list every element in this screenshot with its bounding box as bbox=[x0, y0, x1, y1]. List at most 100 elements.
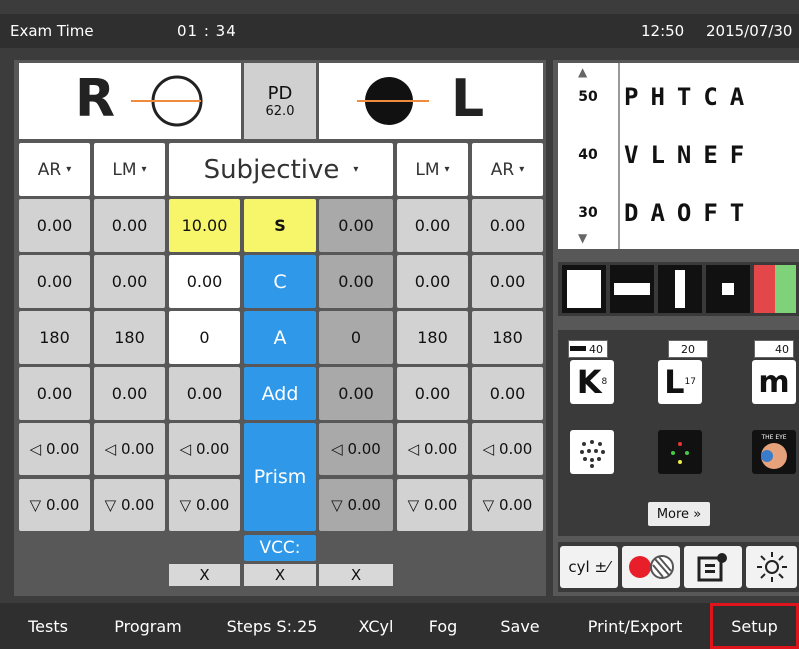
prism-h-ar-left[interactable]: ◁ 0.00 bbox=[472, 423, 543, 475]
axis-lm-right[interactable]: 180 bbox=[94, 311, 165, 364]
axis-ar-right[interactable]: 180 bbox=[19, 311, 90, 364]
tests-menu-item[interactable]: Tests bbox=[10, 603, 86, 649]
left-eye-letter: L bbox=[451, 69, 485, 129]
left-eye-header[interactable]: L bbox=[319, 63, 543, 139]
vertical-slit-button[interactable] bbox=[658, 265, 702, 313]
more-button[interactable]: More » bbox=[648, 502, 710, 526]
worth-four-dot-button[interactable] bbox=[658, 430, 702, 474]
prism-h-lm-left[interactable]: ◁ 0.00 bbox=[397, 423, 468, 475]
sphere-row-label[interactable]: S bbox=[244, 199, 316, 252]
ar-left-dropdown[interactable]: AR ▾ bbox=[472, 143, 543, 196]
red-and-striped-circle-icon bbox=[629, 555, 674, 579]
export-button[interactable] bbox=[684, 546, 742, 588]
setup-menu-item[interactable]: Setup bbox=[710, 603, 799, 649]
axis-row-label[interactable]: A bbox=[244, 311, 316, 364]
red-green-button[interactable] bbox=[754, 265, 796, 313]
save-menu-item[interactable]: Save bbox=[480, 603, 560, 649]
add-ar-right[interactable]: 0.00 bbox=[19, 367, 90, 420]
vcc-x-left[interactable]: X bbox=[319, 564, 393, 586]
vcc-x-right[interactable]: X bbox=[169, 564, 240, 586]
prism-v-subjective-left[interactable]: ▽ 0.00 bbox=[319, 479, 393, 531]
chart-row-2[interactable]: 40 VLNEF bbox=[558, 129, 799, 181]
print-export-menu-item[interactable]: Print/Export bbox=[570, 603, 700, 649]
cyl-toggle-button[interactable]: cyl ±⁄ bbox=[560, 546, 618, 588]
occluded-eye-icon bbox=[357, 77, 429, 125]
sphere-lm-right[interactable]: 0.00 bbox=[94, 199, 165, 252]
cyl-lm-right[interactable]: 0.00 bbox=[94, 255, 165, 308]
right-eye-letter: R bbox=[75, 69, 116, 129]
near-card-m[interactable]: m bbox=[752, 360, 796, 404]
the-eye-button[interactable]: THE EYE bbox=[752, 430, 796, 474]
cyl-lm-left[interactable]: 0.00 bbox=[397, 255, 468, 308]
occluder-toggle-button[interactable] bbox=[622, 546, 680, 588]
sphere-ar-left[interactable]: 0.00 bbox=[472, 199, 543, 252]
open-eye-icon bbox=[131, 75, 203, 127]
add-ar-left[interactable]: 0.00 bbox=[472, 367, 543, 420]
single-letter-button[interactable] bbox=[706, 265, 750, 313]
horizontal-bar-icon bbox=[614, 283, 650, 295]
axis-ar-left[interactable]: 180 bbox=[472, 311, 543, 364]
clock: 12:50 bbox=[641, 22, 685, 40]
eyeball-icon bbox=[761, 442, 787, 469]
worth-dots-icon bbox=[671, 442, 689, 464]
right-eye-header[interactable]: R bbox=[19, 63, 241, 139]
chevron-down-icon: ▾ bbox=[519, 164, 525, 175]
tool-row: cyl ±⁄ bbox=[558, 542, 799, 592]
bottom-menu-bar: Tests Program Steps S:.25 XCyl Fog Save … bbox=[0, 603, 799, 649]
prism-row-label[interactable]: Prism bbox=[244, 423, 316, 531]
prism-h-ar-right[interactable]: ◁ 0.00 bbox=[19, 423, 90, 475]
add-row-label[interactable]: Add bbox=[244, 367, 316, 420]
full-target-button[interactable] bbox=[562, 265, 606, 313]
prism-h-subjective-right[interactable]: ◁ 0.00 bbox=[169, 423, 240, 475]
cyl-subjective-right[interactable]: 0.00 bbox=[169, 255, 240, 308]
sphere-ar-right[interactable]: 0.00 bbox=[19, 199, 90, 252]
add-subjective-left[interactable]: 0.00 bbox=[319, 367, 393, 420]
square-icon bbox=[567, 270, 601, 308]
prism-v-ar-right[interactable]: ▽ 0.00 bbox=[19, 479, 90, 531]
subjective-dropdown[interactable]: Subjective ▾ bbox=[169, 143, 393, 196]
near-card-l[interactable]: L 17 bbox=[658, 360, 702, 404]
add-subjective-right[interactable]: 0.00 bbox=[169, 367, 240, 420]
dot-grid-icon bbox=[580, 440, 605, 468]
dot-pattern-test-button[interactable] bbox=[570, 430, 614, 474]
cyl-ar-left[interactable]: 0.00 bbox=[472, 255, 543, 308]
prism-v-ar-left[interactable]: ▽ 0.00 bbox=[472, 479, 543, 531]
horizontal-slit-button[interactable] bbox=[610, 265, 654, 313]
chart-row-3[interactable]: 30 DAOFT bbox=[558, 187, 799, 239]
vertical-bar-icon bbox=[675, 270, 685, 308]
fog-menu-item[interactable]: Fog bbox=[412, 603, 474, 649]
prism-v-subjective-right[interactable]: ▽ 0.00 bbox=[169, 479, 240, 531]
prism-h-subjective-left[interactable]: ◁ 0.00 bbox=[319, 423, 393, 475]
program-menu-item[interactable]: Program bbox=[98, 603, 198, 649]
prism-h-lm-right[interactable]: ◁ 0.00 bbox=[94, 423, 165, 475]
document-edit-icon bbox=[697, 553, 727, 582]
prism-v-lm-left[interactable]: ▽ 0.00 bbox=[397, 479, 468, 531]
chart-row-1[interactable]: 50 PHTCA bbox=[558, 71, 799, 123]
add-lm-left[interactable]: 0.00 bbox=[397, 367, 468, 420]
cyl-subjective-left[interactable]: 0.00 bbox=[319, 255, 393, 308]
axis-subjective-right[interactable]: 0 bbox=[169, 311, 240, 364]
lm-left-label: LM bbox=[415, 159, 440, 180]
sphere-lm-left[interactable]: 0.00 bbox=[397, 199, 468, 252]
xcyl-menu-item[interactable]: XCyl bbox=[344, 603, 408, 649]
brightness-button[interactable] bbox=[746, 546, 797, 588]
sun-icon bbox=[756, 552, 787, 582]
ar-right-dropdown[interactable]: AR ▾ bbox=[19, 143, 90, 196]
cyl-ar-right[interactable]: 0.00 bbox=[19, 255, 90, 308]
acuity-chart[interactable]: ▲ ▼ 50 PHTCA 40 VLNEF 30 DAOFT bbox=[558, 63, 799, 249]
add-lm-right[interactable]: 0.00 bbox=[94, 367, 165, 420]
pd-box[interactable]: PD 62.0 bbox=[244, 63, 316, 139]
lm-left-dropdown[interactable]: LM ▾ bbox=[397, 143, 468, 196]
near-card-k[interactable]: K8 bbox=[570, 360, 614, 404]
sphere-subjective-left[interactable]: 0.00 bbox=[319, 199, 393, 252]
sphere-subjective-right[interactable]: 10.00 bbox=[169, 199, 240, 252]
steps-menu-item[interactable]: Steps S:.25 bbox=[208, 603, 336, 649]
card-2-badge: 20 bbox=[668, 340, 708, 358]
cyl-row-label[interactable]: C bbox=[244, 255, 316, 308]
prism-v-lm-right[interactable]: ▽ 0.00 bbox=[94, 479, 165, 531]
axis-subjective-left[interactable]: 0 bbox=[319, 311, 393, 364]
vcc-x-center[interactable]: X bbox=[244, 564, 316, 586]
lm-right-dropdown[interactable]: LM ▾ bbox=[94, 143, 165, 196]
vcc-label: VCC: bbox=[244, 535, 316, 561]
axis-lm-left[interactable]: 180 bbox=[397, 311, 468, 364]
